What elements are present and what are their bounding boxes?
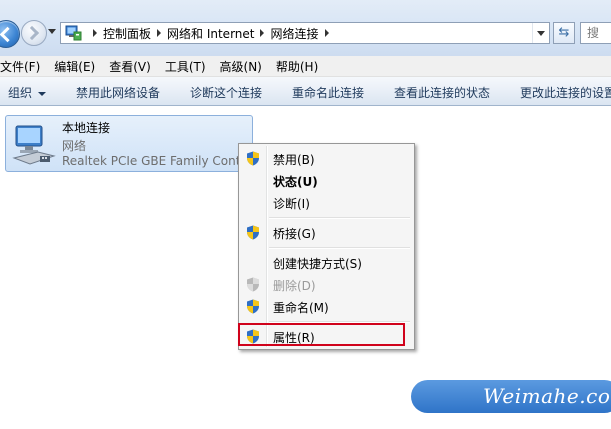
menu-file[interactable]: 文件(F) bbox=[0, 58, 40, 75]
forward-button[interactable] bbox=[21, 20, 47, 46]
address-field[interactable]: 控制面板 网络和 Internet 网络连接 bbox=[60, 22, 550, 44]
menu-item-bridge[interactable]: 桥接(G) bbox=[241, 222, 412, 243]
breadcrumb-chevron-icon[interactable] bbox=[93, 29, 97, 37]
breadcrumb: 控制面板 网络和 Internet 网络连接 bbox=[87, 23, 335, 43]
properties-highlight-box bbox=[238, 323, 405, 346]
menu-item-label: 创建快捷方式(S) bbox=[273, 257, 362, 271]
refresh-button[interactable]: ⇆ bbox=[553, 22, 575, 44]
menu-item-label: 重命名(M) bbox=[273, 301, 329, 315]
connection-device: Realtek PCIe GBE Family Controller bbox=[62, 154, 253, 168]
address-toolbar: 控制面板 网络和 Internet 网络连接 ⇆ 搜 bbox=[0, 0, 611, 56]
disable-device-button[interactable]: 禁用此网络设备 bbox=[76, 84, 160, 101]
connection-name: 本地连接 bbox=[62, 121, 111, 135]
network-adapter-icon bbox=[12, 125, 56, 165]
menu-item-label: 状态(U) bbox=[273, 175, 318, 189]
menu-advanced[interactable]: 高级(N) bbox=[220, 58, 262, 75]
menu-item-rename[interactable]: 重命名(M) bbox=[241, 296, 412, 317]
menu-tools[interactable]: 工具(T) bbox=[165, 58, 206, 75]
breadcrumb-network-internet[interactable]: 网络和 Internet bbox=[167, 25, 254, 42]
breadcrumb-chevron-icon[interactable] bbox=[260, 29, 265, 37]
watermark-badge: Weimahe.com bbox=[411, 380, 611, 413]
menu-item-create-shortcut[interactable]: 创建快捷方式(S) bbox=[241, 252, 412, 273]
refresh-icon: ⇆ bbox=[558, 25, 570, 40]
back-button[interactable] bbox=[0, 20, 20, 48]
menu-item-delete: 删除(D) bbox=[241, 274, 412, 295]
address-history-dropdown[interactable] bbox=[532, 23, 549, 43]
breadcrumb-control-panel[interactable]: 控制面板 bbox=[103, 25, 151, 42]
menu-help[interactable]: 帮助(H) bbox=[276, 58, 318, 75]
connection-network: 网络 bbox=[62, 139, 87, 153]
menu-item-diagnose[interactable]: 诊断(I) bbox=[241, 192, 412, 213]
menu-item-status[interactable]: 状态(U) bbox=[241, 170, 412, 191]
command-bar: 组织 禁用此网络设备 诊断这个连接 重命名此连接 查看此连接的状态 更改此连接的… bbox=[0, 77, 611, 106]
menu-separator bbox=[269, 247, 410, 249]
menu-item-label: 删除(D) bbox=[273, 279, 316, 293]
chevron-down-icon bbox=[38, 91, 47, 96]
control-panel-icon bbox=[65, 25, 82, 41]
menu-item-label: 桥接(G) bbox=[273, 227, 316, 241]
shield-icon bbox=[247, 277, 259, 292]
recent-pages-dropdown[interactable] bbox=[48, 29, 56, 34]
change-settings-button[interactable]: 更改此连接的设置 bbox=[520, 84, 611, 101]
menu-item-label: 诊断(I) bbox=[273, 197, 310, 211]
menu-edit[interactable]: 编辑(E) bbox=[54, 58, 95, 75]
breadcrumb-chevron-icon[interactable] bbox=[157, 29, 162, 37]
organize-button[interactable]: 组织 bbox=[8, 84, 47, 101]
menu-separator bbox=[269, 217, 410, 219]
menu-view[interactable]: 查看(V) bbox=[109, 58, 151, 75]
rename-connection-button[interactable]: 重命名此连接 bbox=[292, 84, 364, 101]
breadcrumb-network-connections[interactable]: 网络连接 bbox=[270, 25, 318, 42]
search-input[interactable]: 搜 bbox=[580, 22, 611, 44]
shield-icon bbox=[247, 299, 259, 314]
menu-item-disable[interactable]: 禁用(B) bbox=[241, 148, 412, 169]
diagnose-connection-button[interactable]: 诊断这个连接 bbox=[190, 84, 262, 101]
shield-icon bbox=[247, 225, 259, 240]
breadcrumb-chevron-icon[interactable] bbox=[324, 29, 329, 37]
organize-label: 组织 bbox=[8, 86, 33, 100]
watermark-text: Weimahe.com bbox=[483, 384, 611, 408]
connection-item-local[interactable]: 本地连接 网络 Realtek PCIe GBE Family Controll… bbox=[5, 115, 253, 172]
shield-icon bbox=[247, 151, 259, 166]
menu-item-label: 禁用(B) bbox=[273, 153, 315, 167]
menu-bar: 文件(F) 编辑(E) 查看(V) 工具(T) 高级(N) 帮助(H) bbox=[0, 56, 611, 77]
context-menu: 禁用(B) 状态(U) 诊断(I) 桥接(G) 创建快捷方式(S) 删除(D) … bbox=[238, 143, 415, 350]
view-status-button[interactable]: 查看此连接的状态 bbox=[394, 84, 490, 101]
